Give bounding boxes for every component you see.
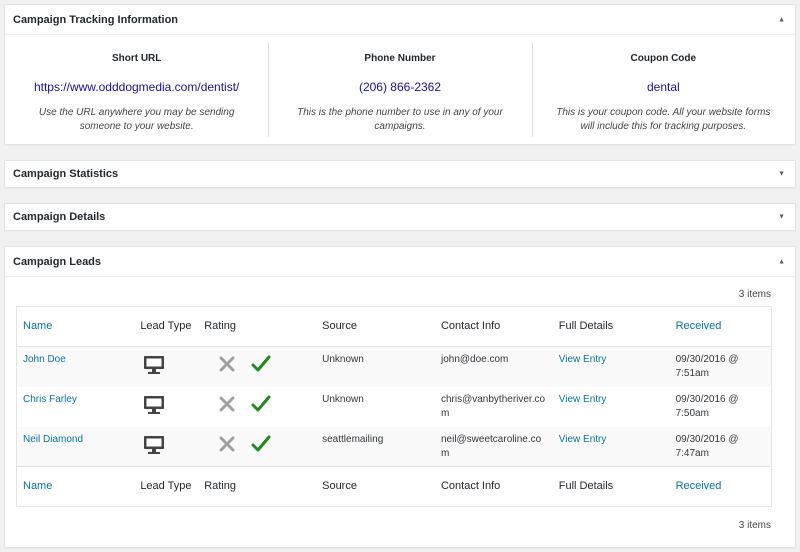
coupon-code-link[interactable]: dental: [550, 80, 777, 96]
short-url-heading: Short URL: [111, 53, 162, 64]
campaign-leads-header[interactable]: Campaign Leads ▲: [5, 247, 795, 277]
phone-number-link[interactable]: (206) 866-2362: [286, 80, 513, 96]
column-footer-contact-info: Contact Info: [440, 480, 501, 492]
lead-received: 09/30/2016 @ 7:47am: [675, 433, 739, 459]
arrow-down-icon[interactable]: ▼: [778, 171, 785, 178]
column-footer-received[interactable]: Received: [670, 467, 772, 507]
view-entry-link[interactable]: View Entry: [559, 434, 607, 445]
column-footer-name[interactable]: Name: [17, 467, 135, 507]
lead-name-link[interactable]: Neil Diamond: [23, 434, 83, 445]
column-header-name[interactable]: Name: [17, 307, 135, 347]
campaign-tracking-panel: Campaign Tracking Information ▲ Short UR…: [4, 4, 796, 145]
view-entry-link[interactable]: View Entry: [559, 354, 607, 365]
lead-received: 09/30/2016 @ 7:51am: [675, 354, 739, 379]
lead-name-link[interactable]: Chris Farley: [23, 394, 77, 405]
campaign-tracking-title: Campaign Tracking Information: [13, 13, 179, 26]
leads-table: Name Lead Type Rating Source Contact Inf…: [16, 306, 772, 507]
table-row: Chris Farley Unknown chris@vanbytheriver…: [16, 386, 772, 427]
desktop-monitor-icon: [144, 395, 165, 414]
campaign-statistics-header[interactable]: Campaign Statistics ▼: [5, 161, 795, 187]
column-footer-full-details: Full Details: [558, 480, 614, 492]
checkmark-icon[interactable]: [251, 355, 271, 373]
column-footer-lead-type: Lead Type: [140, 480, 192, 492]
view-entry-link[interactable]: View Entry: [559, 394, 607, 405]
column-header-full-details: Full Details: [558, 320, 614, 332]
x-icon[interactable]: [218, 435, 236, 453]
column-header-contact-info: Contact Info: [440, 320, 501, 332]
table-row: John Doe Unknown john@doe.com View Entry…: [16, 346, 772, 387]
desktop-monitor-icon: [144, 435, 165, 454]
campaign-leads-title: Campaign Leads: [13, 255, 102, 268]
x-icon[interactable]: [218, 395, 236, 413]
short-url-column: Short URL https://www.odddogmedia.com/de…: [5, 35, 268, 145]
column-header-rating: Rating: [204, 320, 237, 332]
lead-source: Unknown: [322, 393, 364, 405]
campaign-leads-panel: Campaign Leads ▲ 3 items Name Lead Type …: [4, 246, 796, 548]
short-url-link[interactable]: https://www.odddogmedia.com/dentist/: [23, 80, 250, 96]
tracking-columns: Short URL https://www.odddogmedia.com/de…: [5, 35, 795, 145]
table-footer-row: Name Lead Type Rating Source Contact Inf…: [16, 466, 772, 507]
lead-source: seattlemailing: [322, 433, 384, 445]
arrow-up-icon[interactable]: ▲: [778, 16, 785, 23]
arrow-up-icon[interactable]: ▲: [778, 258, 785, 265]
column-header-received[interactable]: Received: [670, 307, 772, 347]
x-icon[interactable]: [218, 355, 236, 373]
column-header-source: Source: [322, 320, 357, 332]
lead-contact-info: chris@vanbytheriver.com: [440, 393, 546, 419]
desktop-monitor-icon: [144, 356, 165, 374]
checkmark-icon[interactable]: [251, 395, 271, 413]
phone-number-description: This is the phone number to use in any o…: [297, 107, 503, 132]
lead-contact-info: john@doe.com: [440, 354, 509, 365]
campaign-tracking-header[interactable]: Campaign Tracking Information ▲: [5, 5, 795, 35]
column-footer-source: Source: [322, 480, 357, 492]
column-header-lead-type: Lead Type: [140, 320, 192, 332]
table-row: Neil Diamond seattlemailing neil@sweetca…: [16, 426, 772, 467]
campaign-statistics-panel: Campaign Statistics ▼: [4, 160, 796, 188]
lead-received: 09/30/2016 @ 7:50am: [675, 393, 739, 419]
arrow-down-icon[interactable]: ▼: [778, 214, 785, 221]
campaign-statistics-title: Campaign Statistics: [13, 168, 119, 180]
items-count: 3 items: [738, 520, 771, 531]
coupon-code-column: Coupon Code dental This is your coupon c…: [531, 35, 795, 145]
campaign-details-panel: Campaign Details ▼: [4, 203, 796, 231]
lead-contact-info: neil@sweetcaroline.com: [440, 433, 542, 459]
items-count: 3 items: [738, 289, 771, 300]
lead-source: Unknown: [322, 354, 364, 365]
coupon-code-description: This is your coupon code. All your websi…: [556, 107, 771, 132]
checkmark-icon[interactable]: [251, 435, 271, 453]
phone-number-column: Phone Number (206) 866-2362 This is the …: [268, 35, 531, 145]
column-footer-rating: Rating: [204, 480, 237, 492]
campaign-details-title: Campaign Details: [13, 211, 106, 223]
campaign-details-header[interactable]: Campaign Details ▼: [5, 204, 795, 230]
table-header-row: Name Lead Type Rating Source Contact Inf…: [16, 307, 772, 347]
short-url-description: Use the URL anywhere you may be sending …: [38, 107, 235, 132]
phone-number-heading: Phone Number: [364, 53, 436, 64]
lead-name-link[interactable]: John Doe: [23, 354, 66, 365]
coupon-code-heading: Coupon Code: [630, 53, 697, 64]
